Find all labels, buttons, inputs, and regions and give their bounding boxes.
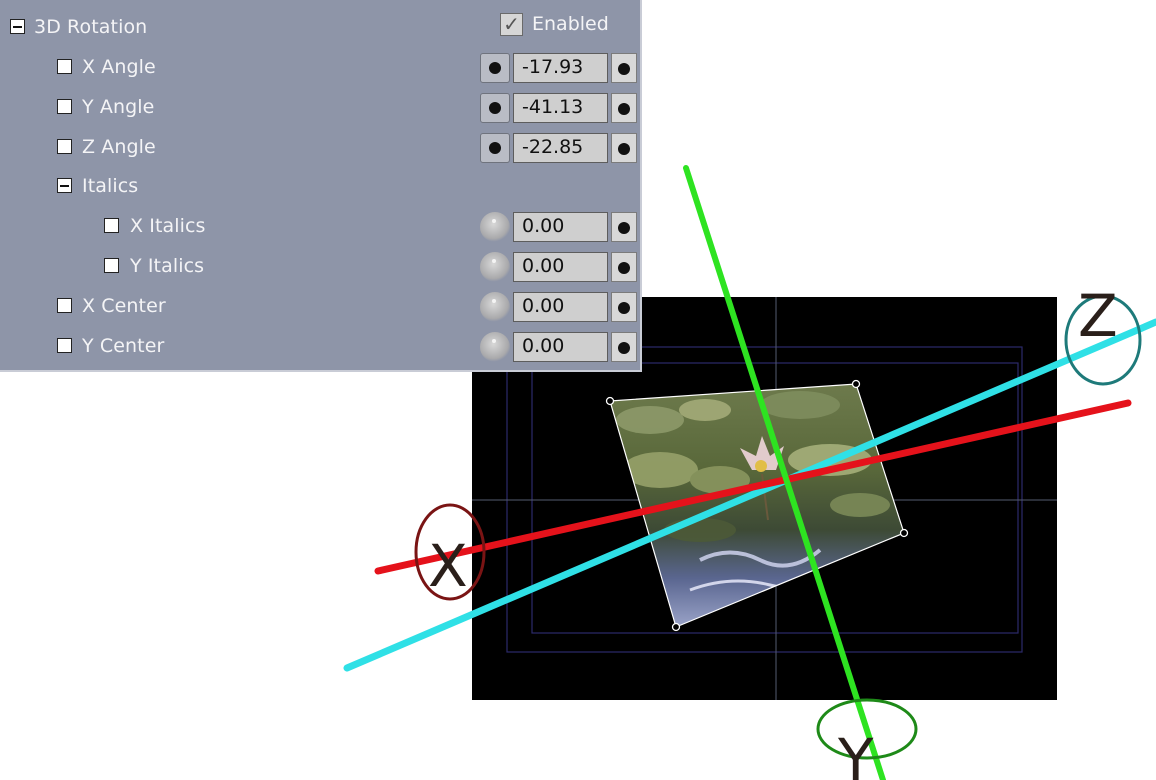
x-angle-checkbox[interactable] [57,59,72,74]
collapse-italics-button[interactable] [57,178,72,193]
x-center-keyframe-button[interactable] [611,292,637,322]
italics-group-label: Italics [82,175,139,197]
row-x-angle: X Angle -17.93 [0,48,640,88]
y-angle-label: Y Angle [82,96,155,118]
z-angle-keyframe-button[interactable] [611,133,637,163]
row-y-center: Y Center 0.00 [0,327,640,367]
enabled-toggle[interactable]: ✓ Enabled [500,8,1022,36]
x-italics-keyframe-button[interactable] [611,212,637,242]
row-x-center: X Center 0.00 [0,287,640,327]
corner-handle-top-right [851,379,861,389]
row-3d-rotation: 3D Rotation ✓ Enabled [0,8,640,48]
x-italics-label: X Italics [130,215,206,237]
z-angle-field[interactable]: -22.85 [513,133,608,163]
x-angle-keyframe-button[interactable] [611,53,637,83]
x-angle-label: X Angle [82,56,156,78]
y-axis-label: Y [837,726,874,780]
y-center-checkbox[interactable] [57,338,72,353]
y-center-dial[interactable] [480,332,510,362]
x-italics-dial[interactable] [480,212,510,242]
y-italics-dial[interactable] [480,252,510,282]
row-y-angle: Y Angle -41.13 [0,88,640,128]
y-angle-field[interactable]: -41.13 [513,93,608,123]
y-angle-dial[interactable] [480,93,510,123]
row-italics: Italics [0,167,640,207]
section-title: 3D Rotation [34,16,148,38]
y-italics-checkbox[interactable] [104,258,119,273]
z-angle-dial[interactable] [480,133,510,163]
collapse-3d-rotation-button[interactable] [10,19,25,34]
y-angle-keyframe-button[interactable] [611,93,637,123]
x-angle-dial[interactable] [480,53,510,83]
row-z-angle: Z Angle -22.85 [0,128,640,168]
y-center-label: Y Center [82,335,165,357]
y-italics-keyframe-button[interactable] [611,252,637,282]
z-angle-checkbox[interactable] [57,139,72,154]
x-italics-field[interactable]: 0.00 [513,212,608,242]
x-axis-label: X [428,532,468,600]
y-italics-label: Y Italics [130,255,205,277]
x-center-field[interactable]: 0.00 [513,292,608,322]
z-axis-label: Z [1078,282,1118,350]
row-x-italics: X Italics 0.00 [0,207,640,247]
x-center-dial[interactable] [480,292,510,322]
enabled-checkbox[interactable]: ✓ [500,13,523,36]
corner-handle-bottom-left [671,622,681,632]
rotated-photo[interactable] [605,379,909,632]
y-italics-field[interactable]: 0.00 [513,252,608,282]
y-center-keyframe-button[interactable] [611,332,637,362]
z-angle-label: Z Angle [82,136,156,158]
y-center-field[interactable]: 0.00 [513,332,608,362]
x-center-label: X Center [82,295,166,317]
y-angle-checkbox[interactable] [57,99,72,114]
x-angle-field[interactable]: -17.93 [513,53,608,83]
corner-handle-bottom-right [899,528,909,538]
x-italics-checkbox[interactable] [104,218,119,233]
x-center-checkbox[interactable] [57,298,72,313]
row-y-italics: Y Italics 0.00 [0,247,640,287]
rotation-panel: 3D Rotation ✓ Enabled X Angle -17.93 Y A… [0,0,642,372]
corner-handle-top-left [605,396,615,406]
enabled-label: Enabled [532,13,609,35]
